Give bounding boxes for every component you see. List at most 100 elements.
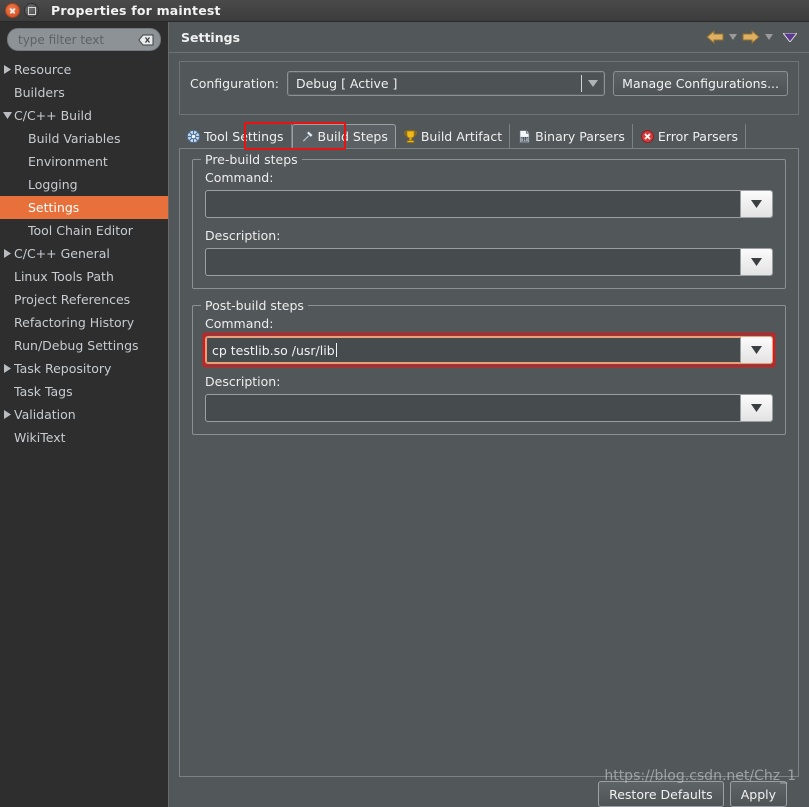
text-cursor bbox=[335, 343, 337, 357]
sidebar-item-label: Builders bbox=[14, 85, 65, 100]
post-build-steps-command-value: cp testlib.so /usr/lib bbox=[212, 342, 335, 358]
configuration-bar: Configuration: Debug [ Active ] Manage C… bbox=[179, 61, 799, 115]
sidebar-item-label: Build Variables bbox=[28, 131, 121, 146]
post-build-steps-description-label: Description: bbox=[205, 374, 281, 389]
dialog-buttons: https://blog.csdn.net/Chz_1 Restore Defa… bbox=[179, 768, 799, 807]
post-build-steps-command-row: Command: cp testlib.so /usr/lib bbox=[203, 316, 775, 367]
restore-defaults-button[interactable]: Restore Defaults bbox=[598, 781, 724, 807]
sidebar-item-linux-tools-path[interactable]: Linux Tools Path bbox=[0, 265, 168, 288]
chevron-right-icon[interactable] bbox=[0, 65, 14, 74]
forward-history-dropdown-icon[interactable] bbox=[763, 27, 775, 47]
sidebar-item-c-c-general[interactable]: C/C++ General bbox=[0, 242, 168, 265]
sidebar-item-wikitext[interactable]: WikiText bbox=[0, 426, 168, 449]
manage-configurations-button[interactable]: Manage Configurations... bbox=[613, 71, 788, 96]
pre-build-steps-command-row: Command: bbox=[205, 170, 773, 218]
tab-build-steps[interactable]: Build Steps bbox=[291, 124, 396, 148]
chevron-down-icon[interactable] bbox=[740, 337, 772, 363]
chevron-down-icon[interactable] bbox=[740, 395, 772, 421]
sidebar-item-label: WikiText bbox=[14, 430, 66, 445]
sidebar-item-label: Resource bbox=[14, 62, 72, 77]
sidebar-item-label: Validation bbox=[14, 407, 76, 422]
pre-build-steps-command-input[interactable] bbox=[206, 191, 740, 217]
build-steps-icon bbox=[300, 129, 315, 144]
tab-label: Tool Settings bbox=[204, 128, 284, 144]
post-build-steps-description-combo[interactable] bbox=[205, 394, 773, 422]
tab-tool-settings[interactable]: Tool Settings bbox=[179, 124, 292, 148]
chevron-down-icon[interactable] bbox=[740, 249, 772, 275]
tool-settings-icon bbox=[186, 129, 201, 144]
sidebar-item-run-debug-settings[interactable]: Run/Debug Settings bbox=[0, 334, 168, 357]
sidebar-item-label: Logging bbox=[28, 177, 78, 192]
navigation-toolbar bbox=[705, 27, 799, 47]
sidebar-item-task-tags[interactable]: Task Tags bbox=[0, 380, 168, 403]
tab-build-artifact[interactable]: Build Artifact bbox=[396, 124, 511, 148]
post-build-steps-description-row: Description: bbox=[205, 374, 773, 422]
sidebar-item-settings[interactable]: Settings bbox=[0, 196, 168, 219]
maximize-icon[interactable] bbox=[24, 3, 39, 18]
tab-binary-parsers[interactable]: 010 Binary Parsers bbox=[510, 124, 633, 148]
sidebar-item-resource[interactable]: Resource bbox=[0, 58, 168, 81]
back-history-dropdown-icon[interactable] bbox=[727, 27, 739, 47]
sidebar-item-validation[interactable]: Validation bbox=[0, 403, 168, 426]
group-title: Post-build steps bbox=[201, 298, 308, 313]
pre-build-steps-command-combo[interactable] bbox=[205, 190, 773, 218]
sidebar-item-task-repository[interactable]: Task Repository bbox=[0, 357, 168, 380]
post-build-steps-command-input[interactable]: cp testlib.so /usr/lib bbox=[206, 337, 740, 363]
sidebar-item-label: Refactoring History bbox=[14, 315, 135, 330]
sidebar-item-project-references[interactable]: Project References bbox=[0, 288, 168, 311]
binary-parsers-icon: 010 bbox=[517, 129, 532, 144]
window-title: Properties for maintest bbox=[51, 3, 221, 18]
sidebar-item-label: Task Tags bbox=[14, 384, 73, 399]
post-build-steps-command-label: Command: bbox=[205, 316, 274, 331]
properties-dialog: Properties for maintest type filter text… bbox=[0, 0, 809, 807]
tab-label: Binary Parsers bbox=[535, 128, 625, 144]
chevron-down-icon[interactable] bbox=[582, 80, 604, 87]
view-menu-icon[interactable] bbox=[781, 27, 799, 47]
post-build-steps-command-combo[interactable]: cp testlib.so /usr/lib bbox=[203, 333, 775, 367]
configuration-select[interactable]: Debug [ Active ] bbox=[286, 71, 606, 96]
sidebar: type filter text Resource Builders C/C++ B… bbox=[0, 22, 169, 807]
pre-build-steps-description-combo[interactable] bbox=[205, 248, 773, 276]
filter-container: type filter text bbox=[0, 22, 168, 56]
tab-label: Error Parsers bbox=[657, 128, 738, 144]
sidebar-item-build-variables[interactable]: Build Variables bbox=[0, 127, 168, 150]
chevron-right-icon[interactable] bbox=[0, 410, 14, 419]
chevron-down-icon[interactable] bbox=[0, 112, 14, 119]
apply-button[interactable]: Apply bbox=[729, 781, 787, 807]
sidebar-item-tool-chain-editor[interactable]: Tool Chain Editor bbox=[0, 219, 168, 242]
chevron-right-icon[interactable] bbox=[0, 249, 14, 258]
sidebar-item-label: Settings bbox=[28, 200, 80, 215]
dialog-body: type filter text Resource Builders C/C++ B… bbox=[0, 22, 809, 807]
back-arrow-icon[interactable] bbox=[705, 27, 725, 47]
chevron-down-icon[interactable] bbox=[740, 191, 772, 217]
chevron-right-icon[interactable] bbox=[0, 364, 14, 373]
tab-label: Build Artifact bbox=[420, 128, 503, 144]
search-input[interactable]: type filter text bbox=[7, 28, 161, 51]
pane-header: Settings bbox=[169, 22, 809, 53]
build-artifact-icon bbox=[403, 129, 418, 144]
post-build-steps-description-input[interactable] bbox=[206, 395, 740, 421]
sidebar-item-label: Project References bbox=[14, 292, 131, 307]
sidebar-item-label: Linux Tools Path bbox=[14, 269, 114, 284]
tab-bar[interactable]: Tool Settings Build Steps Build Artifact 01… bbox=[179, 122, 799, 150]
close-icon[interactable] bbox=[5, 3, 20, 18]
pre-build-steps-description-label: Description: bbox=[205, 228, 281, 243]
build-steps-panel: Pre-build steps Command: Description: Post-… bbox=[179, 149, 799, 777]
sidebar-item-c-c-build[interactable]: C/C++ Build bbox=[0, 104, 168, 127]
error-parsers-icon bbox=[640, 129, 655, 144]
clear-filter-icon[interactable] bbox=[138, 34, 154, 46]
settings-tree[interactable]: Resource Builders C/C++ Build Build Variabl… bbox=[0, 56, 168, 807]
page-title: Settings bbox=[181, 29, 241, 45]
sidebar-item-environment[interactable]: Environment bbox=[0, 150, 168, 173]
main-pane: Settings Configuration: Debug [Active]… bbox=[169, 22, 809, 807]
sidebar-item-builders[interactable]: Builders bbox=[0, 81, 168, 104]
sidebar-item-label: C/C++ General bbox=[14, 246, 110, 261]
tab-label: Build Steps bbox=[317, 128, 388, 144]
svg-text:010: 010 bbox=[521, 136, 529, 141]
filter-placeholder: type filter text bbox=[18, 32, 105, 47]
forward-arrow-icon[interactable] bbox=[741, 27, 761, 47]
sidebar-item-logging[interactable]: Logging bbox=[0, 173, 168, 196]
tab-error-parsers[interactable]: Error Parsers bbox=[633, 124, 746, 148]
sidebar-item-refactoring-history[interactable]: Refactoring History bbox=[0, 311, 168, 334]
pre-build-steps-description-input[interactable] bbox=[206, 249, 740, 275]
